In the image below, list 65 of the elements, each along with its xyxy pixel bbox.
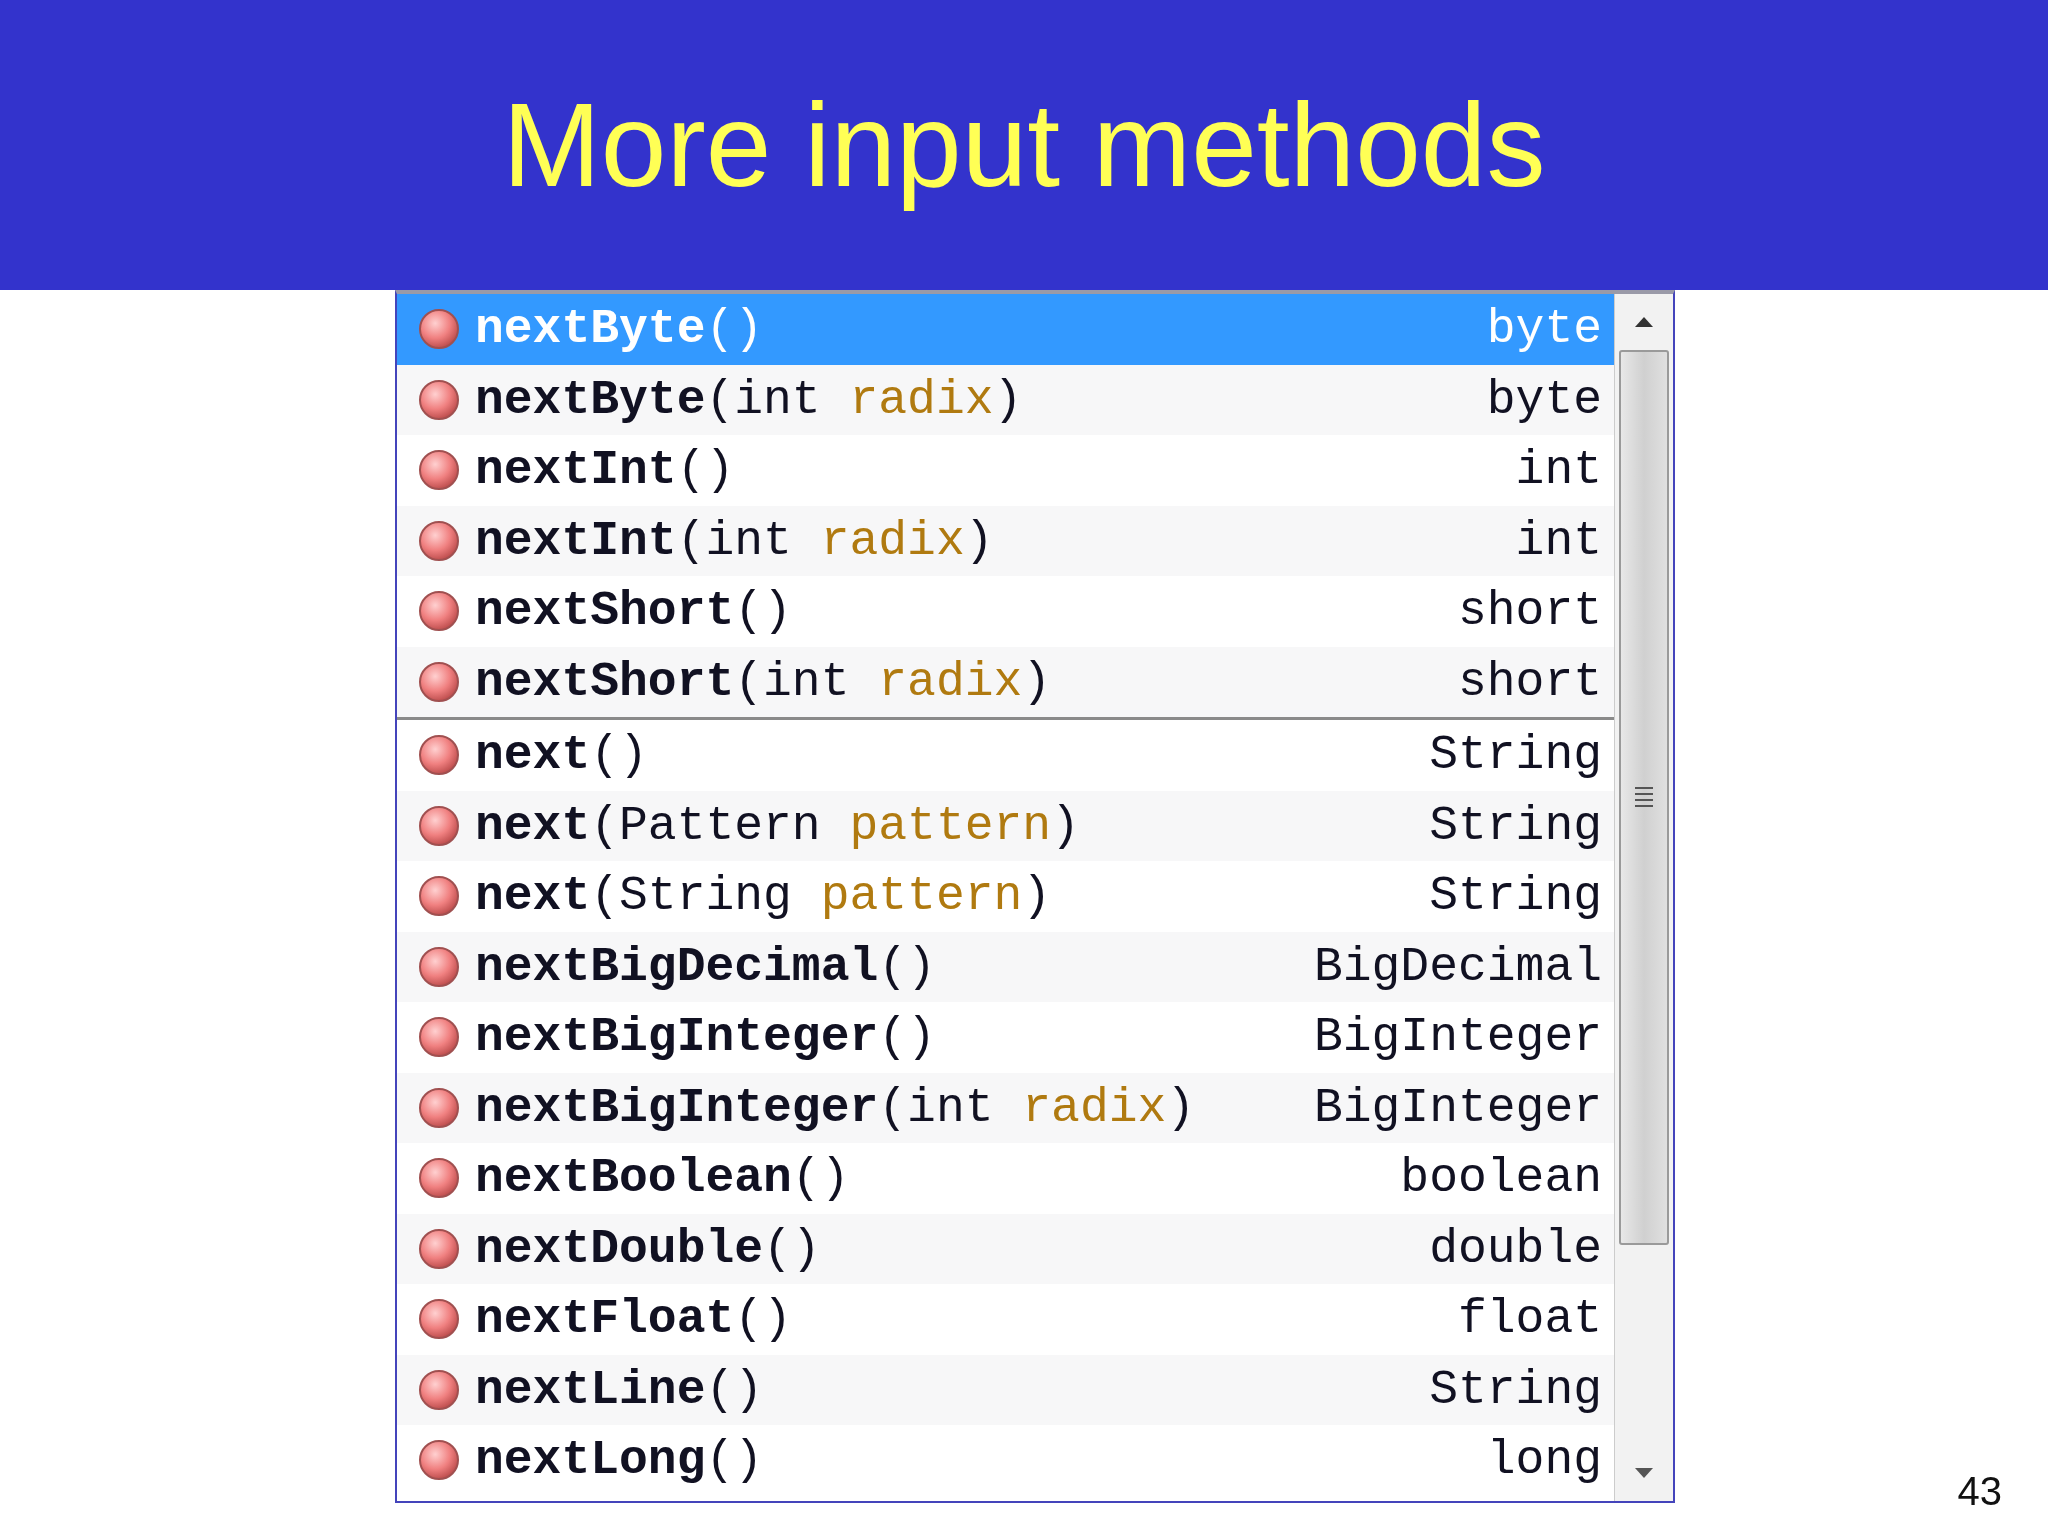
return-type: BigDecimal	[1313, 939, 1602, 994]
method-icon	[417, 377, 461, 422]
method-icon	[417, 659, 461, 704]
return-type: byte	[1486, 372, 1602, 427]
method-signature: nextByte()	[475, 302, 765, 357]
method-signature: nextInt()	[475, 443, 736, 498]
method-icon	[417, 1085, 461, 1130]
page-number: 43	[1957, 1469, 2002, 1514]
completion-item[interactable]: nextInt(int radix) int	[397, 505, 1614, 576]
return-type: String	[1429, 798, 1602, 853]
return-type: int	[1515, 513, 1602, 568]
method-icon	[417, 1367, 461, 1412]
method-icon	[417, 803, 461, 848]
scroll-thumb[interactable]	[1619, 350, 1669, 1245]
completion-item[interactable]: nextLine() String	[397, 1354, 1614, 1425]
return-type: String	[1429, 869, 1602, 924]
return-type: boolean	[1400, 1151, 1602, 1206]
method-icon	[417, 307, 461, 352]
method-signature: nextByte(int radix)	[475, 372, 1024, 427]
method-icon	[417, 1297, 461, 1342]
return-type: byte	[1486, 302, 1602, 357]
method-signature: next(String pattern)	[475, 869, 1053, 924]
method-icon	[417, 733, 461, 778]
method-signature: nextShort(int radix)	[475, 654, 1053, 709]
scroll-down-icon[interactable]	[1634, 1467, 1654, 1479]
return-type: String	[1429, 728, 1602, 783]
method-icon	[417, 874, 461, 919]
method-icon	[417, 1226, 461, 1271]
return-type: short	[1457, 584, 1602, 639]
completion-item[interactable]: nextShort(int radix) short	[397, 646, 1614, 717]
return-type: int	[1515, 443, 1602, 498]
method-signature: nextLong()	[475, 1433, 765, 1488]
return-type: double	[1429, 1221, 1602, 1276]
completion-item[interactable]: nextBigDecimal() BigDecimal	[397, 931, 1614, 1002]
return-type: BigInteger	[1313, 1010, 1602, 1065]
method-icon	[417, 944, 461, 989]
slide-title: More input methods	[502, 78, 1546, 213]
method-signature: nextDouble()	[475, 1221, 822, 1276]
method-signature: nextShort()	[475, 584, 793, 639]
method-signature: next()	[475, 728, 649, 783]
method-icon	[417, 518, 461, 563]
method-signature: nextBigDecimal()	[475, 939, 937, 994]
method-icon	[417, 1156, 461, 1201]
method-icon	[417, 1015, 461, 1060]
method-signature: nextBigInteger()	[475, 1010, 937, 1065]
method-signature: nextInt(int radix)	[475, 513, 995, 568]
method-signature: next(Pattern pattern)	[475, 798, 1081, 853]
return-type: float	[1457, 1292, 1602, 1347]
completion-item[interactable]: nextByte(int radix) byte	[397, 364, 1614, 435]
completion-item[interactable]: nextDouble() double	[397, 1213, 1614, 1284]
return-type: short	[1457, 654, 1602, 709]
method-signature: nextBigInteger(int radix)	[475, 1080, 1197, 1135]
method-signature: nextLine()	[475, 1362, 765, 1417]
return-type: BigInteger	[1313, 1080, 1602, 1135]
completion-item[interactable]: next(Pattern pattern) String	[397, 790, 1614, 861]
return-type: String	[1429, 1362, 1602, 1417]
scrollbar[interactable]	[1614, 294, 1673, 1501]
scroll-up-icon[interactable]	[1634, 316, 1654, 328]
method-icon	[417, 589, 461, 634]
method-signature: nextBoolean()	[475, 1151, 851, 1206]
method-icon	[417, 1438, 461, 1483]
method-signature: nextFloat()	[475, 1292, 793, 1347]
method-icon	[417, 448, 461, 493]
completion-item[interactable]: nextBigInteger(int radix) BigInteger	[397, 1072, 1614, 1143]
return-type: long	[1486, 1433, 1602, 1488]
